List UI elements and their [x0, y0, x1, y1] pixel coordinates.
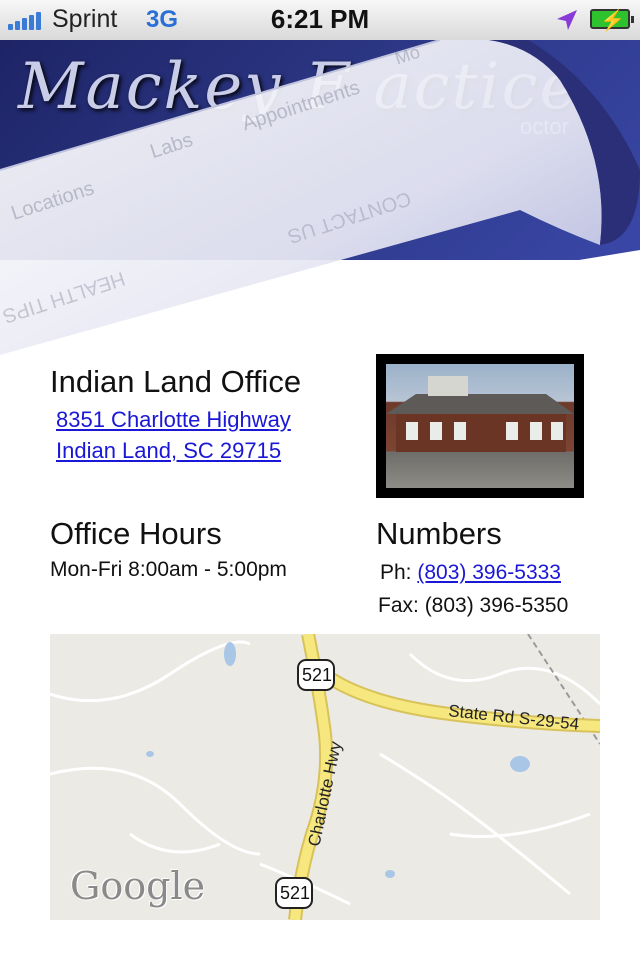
- address-line2-link[interactable]: Indian Land, SC 29715: [56, 438, 281, 464]
- location-map[interactable]: 521 521 State Rd S-29-54 Charlotte Hwy G…: [50, 634, 600, 920]
- office-hours-text: Mon-Fri 8:00am - 5:00pm: [50, 558, 287, 581]
- page-curl-header[interactable]: Mackey F actice octor Locations Labs App…: [0, 40, 640, 370]
- office-hours-heading: Office Hours: [50, 516, 222, 551]
- charging-bolt-icon: ⚡: [600, 10, 625, 32]
- status-bar: Sprint 3G 6:21 PM ⚡: [0, 0, 640, 41]
- map-label-route-521-bottom: 521: [280, 883, 311, 903]
- fax-row: Fax: (803) 396-5350: [378, 594, 568, 618]
- map-label-route-521-top: 521: [302, 665, 333, 685]
- fax-number: (803) 396-5350: [424, 594, 569, 617]
- google-logo: Google: [70, 864, 206, 908]
- numbers-heading: Numbers: [376, 516, 502, 551]
- location-arrow-icon: [557, 10, 577, 30]
- office-photo: [376, 354, 584, 498]
- clock: 6:21 PM: [270, 4, 370, 34]
- office-building-image: [386, 364, 574, 488]
- address-line1-link[interactable]: 8351 Charlotte Highway: [56, 407, 291, 433]
- fax-label: Fax:: [378, 594, 419, 617]
- phone-label: Ph:: [380, 561, 412, 584]
- office-title: Indian Land Office: [50, 364, 302, 399]
- phone-row: Ph: (803) 396-5333: [380, 561, 561, 585]
- phone-link[interactable]: (803) 396-5333: [417, 561, 561, 584]
